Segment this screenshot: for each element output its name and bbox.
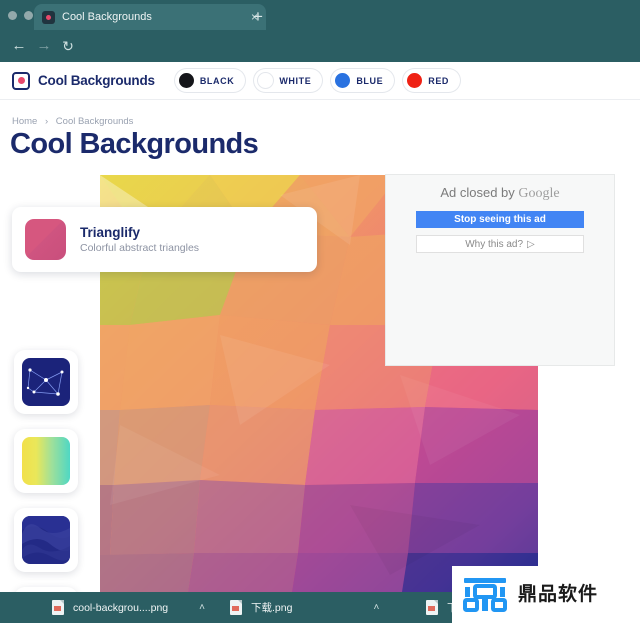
swatch-dot-black (178, 73, 194, 88)
download-item-1-menu-icon[interactable]: ˄ (199, 602, 205, 613)
back-button[interactable]: ← (9, 36, 29, 56)
swatch-dot-red (407, 73, 423, 88)
download-item-1[interactable]: cool-backgrou....png ˄ (52, 592, 205, 623)
why-this-ad-play-icon: ▷ (527, 238, 535, 250)
minimize-window-button[interactable] (24, 11, 33, 20)
brand-name: Cool Backgrounds (38, 73, 155, 88)
breadcrumb-home[interactable]: Home (12, 116, 37, 127)
new-tab-button[interactable]: + (253, 8, 263, 25)
thumb-gradient-image (22, 437, 70, 485)
color-filter-red-label: RED (428, 75, 450, 86)
color-filter-white-label: WHITE (279, 75, 312, 86)
trianglify-card-thumbnail (25, 219, 66, 260)
generator-thumbnail-list (14, 350, 78, 592)
download-item-2[interactable]: 下载.png ˄ (230, 592, 379, 623)
swatch-dot-white (258, 73, 274, 88)
why-this-ad-button[interactable]: Why this ad? ▷ (416, 235, 584, 253)
trianglify-card-subtitle: Colorful abstract triangles (80, 242, 200, 254)
download-item-2-menu-icon[interactable]: ˄ (373, 602, 379, 613)
trianglify-card[interactable]: Trianglify Colorful abstract triangles (12, 207, 317, 272)
color-filter-black[interactable]: BLACK (174, 69, 246, 92)
file-icon (230, 600, 242, 615)
thumb-waves[interactable] (14, 508, 78, 572)
browser-window: Cool Backgrounds × + ← → ↻ cool backgroun… (0, 0, 640, 623)
download-item-1-name: cool-backgrou....png (73, 601, 169, 614)
trianglify-card-text: Trianglify Colorful abstract triangles (80, 225, 199, 254)
watermark-text: 鼎品软件 (518, 582, 599, 605)
breadcrumb: Home › Cool Backgrounds (12, 116, 133, 127)
thumb-waves-image (22, 516, 70, 564)
dingpin-logo-icon (462, 572, 508, 612)
swatch-dot-blue (335, 73, 351, 88)
color-filter-blue[interactable]: BLUE (331, 69, 395, 92)
stop-seeing-this-ad-button[interactable]: Stop seeing this ad (416, 211, 584, 228)
thumb-gradient[interactable] (14, 429, 78, 493)
color-filter-group: BLACK WHITE BLUE RED (174, 69, 461, 92)
file-icon (426, 600, 438, 615)
ad-closed-title: Ad closed by Google (386, 185, 614, 202)
color-filter-black-label: BLACK (199, 75, 235, 86)
breadcrumb-current: Cool Backgrounds (55, 116, 134, 127)
page-content: Cool Backgrounds BLACK WHITE BLUE RED Ho… (0, 62, 640, 592)
forward-button[interactable]: → (34, 36, 54, 56)
breadcrumb-separator: › (44, 116, 49, 127)
download-item-2-name: 下载.png (251, 602, 293, 614)
trianglify-card-title: Trianglify (80, 225, 141, 240)
page-title: Cool Backgrounds (10, 128, 259, 160)
close-window-button[interactable] (8, 11, 17, 20)
google-ad-panel: Ad closed by Google Stop seeing this ad … (385, 174, 615, 366)
tab-title: Cool Backgrounds (62, 11, 152, 23)
color-filter-white[interactable]: WHITE (254, 69, 323, 92)
brand-logo-icon (12, 71, 30, 90)
file-icon (52, 600, 64, 615)
ad-closed-prefix: Ad closed by (440, 185, 519, 200)
tab-strip: Cool Backgrounds × + (0, 0, 640, 30)
thumb-particles[interactable] (14, 350, 78, 414)
tab-favicon-icon (42, 10, 55, 24)
reload-button[interactable]: ↻ (58, 36, 78, 56)
navigation-bar: ← → ↻ coolbackgrounds.io A ★ S (0, 30, 640, 87)
watermark: 鼎品软件 (462, 572, 598, 612)
site-header: Cool Backgrounds BLACK WHITE BLUE RED (0, 62, 640, 100)
thumb-particles-image (22, 358, 70, 406)
why-this-ad-label: Why this ad? (465, 238, 524, 250)
color-filter-blue-label: BLUE (356, 75, 384, 86)
site-brand[interactable]: Cool Backgrounds (12, 71, 155, 90)
color-filter-red[interactable]: RED (403, 69, 461, 92)
browser-tab[interactable]: Cool Backgrounds × (34, 4, 266, 30)
google-wordmark: Google (518, 186, 560, 201)
